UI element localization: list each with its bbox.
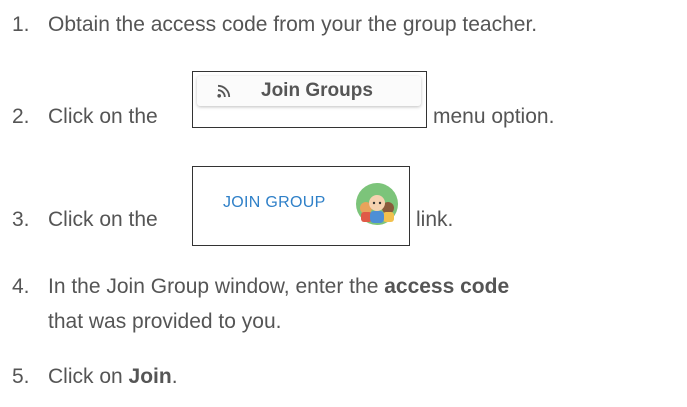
step-number: 3. (12, 208, 30, 231)
step-5: 5. Click on Join. (12, 360, 178, 394)
step-text-bold: access code (384, 275, 510, 298)
step-4-line2: that was provided to you. (48, 310, 282, 333)
step-1: 1. Obtain the access code from your the g… (12, 8, 537, 42)
step-text-pre: Click on the (48, 208, 158, 231)
group-avatar-icon (356, 183, 398, 225)
step-number: 2. (12, 105, 30, 128)
step-2: 2. Click on the (12, 100, 158, 134)
join-group-link[interactable]: JOIN GROUP (223, 194, 326, 212)
step-text-pre: In the Join Group window, enter the (48, 275, 379, 298)
step-number: 1. (12, 13, 30, 36)
rss-icon (217, 84, 231, 98)
step-text-pre: Click on (48, 365, 123, 388)
join-groups-menu-option[interactable]: Join Groups (197, 76, 421, 106)
step-number: 4. (12, 275, 30, 298)
join-groups-label: Join Groups (261, 80, 373, 101)
step-3: 3. Click on the (12, 203, 158, 237)
step-text: Obtain the access code from your the gro… (48, 13, 538, 36)
step-number: 5. (12, 365, 30, 388)
join-groups-screenshot: Join Groups (192, 71, 427, 128)
step-text-bold: Join (128, 365, 172, 388)
step-text-post: . (171, 365, 178, 388)
step-text-pre: Click on the (48, 105, 158, 128)
step-2-post: menu option. (433, 105, 555, 128)
step-4: 4. In the Join Group window, enter the ac… (12, 270, 509, 304)
step-3-post: link. (416, 208, 454, 231)
join-group-screenshot: JOIN GROUP (192, 166, 410, 246)
